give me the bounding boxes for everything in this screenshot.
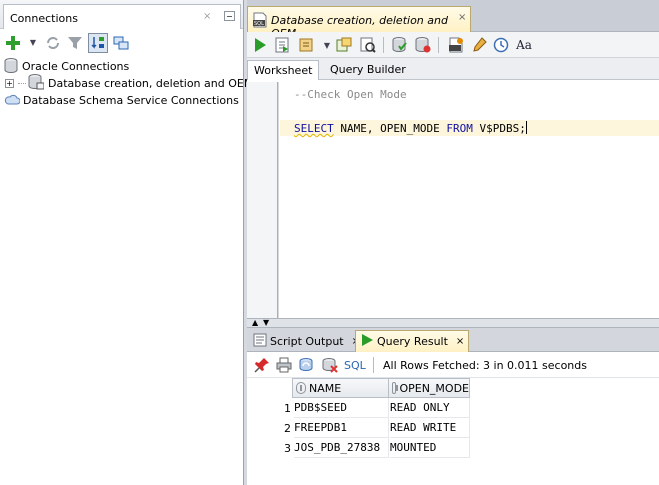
cancel-query-icon[interactable] [321,356,339,374]
connections-toolbar: ▼ [0,29,243,57]
table-cell[interactable]: MOUNTED [390,438,470,458]
tab-script-output[interactable]: Script Output × [249,330,364,352]
connections-header: Connections × [0,0,243,29]
tab-query-result[interactable]: Query Result × [355,330,470,352]
close-icon[interactable]: × [456,336,464,347]
results-toolbar: SQL All Rows Fetched: 3 in 0.011 seconds [247,352,659,378]
connections-title: Connections [10,12,78,25]
tree-item-label: Database creation, deletion and OEM [48,77,254,90]
results-tabbar: Script Output × Query Result × [247,328,659,352]
autotrace-icon[interactable] [297,36,315,54]
toolbar-separator [438,37,439,53]
column-header-label: NAME [309,381,342,395]
chevron-down-icon[interactable]: ▼ [24,34,42,52]
code-table: V$PDBS; [472,122,526,135]
row-number: 1 [284,402,291,415]
expand-icon[interactable]: + [5,79,14,88]
print-icon[interactable] [275,356,293,374]
table-cell[interactable]: READ ONLY [390,398,470,418]
tab-label: Query Result [377,335,448,348]
keyword-select: SELECT [294,122,334,135]
code-columns: NAME, OPEN_MODE [333,122,447,135]
chevron-down-icon[interactable]: ▼ [318,37,336,55]
keyword-from: FROM [446,122,473,135]
refresh-icon[interactable] [44,34,62,52]
close-icon[interactable]: × [203,11,211,22]
rollback-icon[interactable] [414,36,432,54]
sort-icon[interactable] [392,382,399,394]
column-header-open-mode[interactable]: OPEN_MODE [388,378,470,398]
splitter-down-icon[interactable]: ▼ [263,319,269,327]
manage-connections-icon[interactable] [112,34,130,52]
unshared-sql-worksheet-icon[interactable] [447,36,465,54]
connection-icon [28,74,45,93]
tab-query-builder[interactable]: Query Builder [324,60,412,80]
column-header-label: OPEN_MODE [399,381,469,395]
editor-gutter [247,82,279,318]
results-panel: Script Output × Query Result × [247,328,659,485]
table-cell[interactable]: FREEPDB1 [294,418,389,438]
explain-plan-icon[interactable] [335,36,353,54]
splitter[interactable]: ▲ ▼ [247,318,659,328]
tab-label: Script Output [270,334,344,348]
tree-item-database-creation[interactable]: + Database creation, deletion and OEM [5,74,254,93]
toolbar-separator [383,37,384,53]
tree-item-label: Oracle Connections [22,60,130,73]
tab-worksheet[interactable]: Worksheet [247,60,320,80]
schema-browser-icon[interactable] [88,33,108,53]
clear-icon[interactable] [470,36,488,54]
table-cell[interactable]: JOS_PDB_27838 [294,438,389,458]
run-statement-icon[interactable] [251,36,269,54]
document-tab-database-creation[interactable]: SQL Database creation, deletion and OEM … [247,6,471,40]
row-number: 3 [284,442,291,455]
tree-item-oracle-connections[interactable]: Oracle Connections [4,57,130,76]
column-header-name[interactable]: NAME [292,378,389,398]
worksheet-subtabs: Worksheet Query Builder [247,58,659,80]
connections-tab[interactable]: Connections × [3,4,241,29]
table-cell[interactable]: PDB$SEED [294,398,389,418]
worksheet-toolbar: ▼ Aa [247,32,659,58]
toolbar-separator [373,357,374,373]
sql-tuning-icon[interactable] [359,36,377,54]
connections-panel: Connections × ▼ Oracle Connections + Dat… [0,0,253,485]
code-comment: --Check Open Mode [294,88,407,101]
play-icon [360,333,374,350]
sql-worksheet-icon: SQL [252,12,268,28]
code-select-statement: SELECT NAME, OPEN_MODE FROM V$PDBS; [294,121,527,135]
sql-history-icon[interactable] [492,36,510,54]
sql-editor[interactable]: --Check Open Mode SELECT NAME, OPEN_MODE… [247,82,659,318]
pin-icon[interactable] [253,356,271,374]
svg-text:SQL: SQL [254,21,264,27]
database-icon [4,57,18,76]
fetch-status: All Rows Fetched: 3 in 0.011 seconds [383,359,587,372]
document-tabbar: SQL Database creation, deletion and OEM … [247,0,659,40]
row-number: 2 [284,422,291,435]
text-caret [525,121,527,134]
tree-connector [18,83,26,84]
sort-icon[interactable] [296,382,306,394]
run-script-icon[interactable] [273,36,291,54]
close-icon[interactable]: × [458,12,466,23]
filter-icon[interactable] [66,34,84,52]
script-output-icon [253,333,267,350]
refresh-icon[interactable] [298,356,316,374]
splitter-up-icon[interactable]: ▲ [252,319,258,327]
minimize-icon[interactable] [224,11,235,21]
add-connection-icon[interactable] [4,34,22,52]
table-cell[interactable]: READ WRITE [390,418,470,438]
tree-item-schema-service[interactable]: Database Schema Service Connections [4,92,239,109]
worksheet-area: SQL Database creation, deletion and OEM … [247,0,659,485]
format-case-icon[interactable]: Aa [515,36,533,54]
sql-link[interactable]: SQL [344,359,366,372]
tree-item-label: Database Schema Service Connections [23,94,239,107]
commit-icon[interactable] [391,36,409,54]
cloud-icon [4,93,21,108]
